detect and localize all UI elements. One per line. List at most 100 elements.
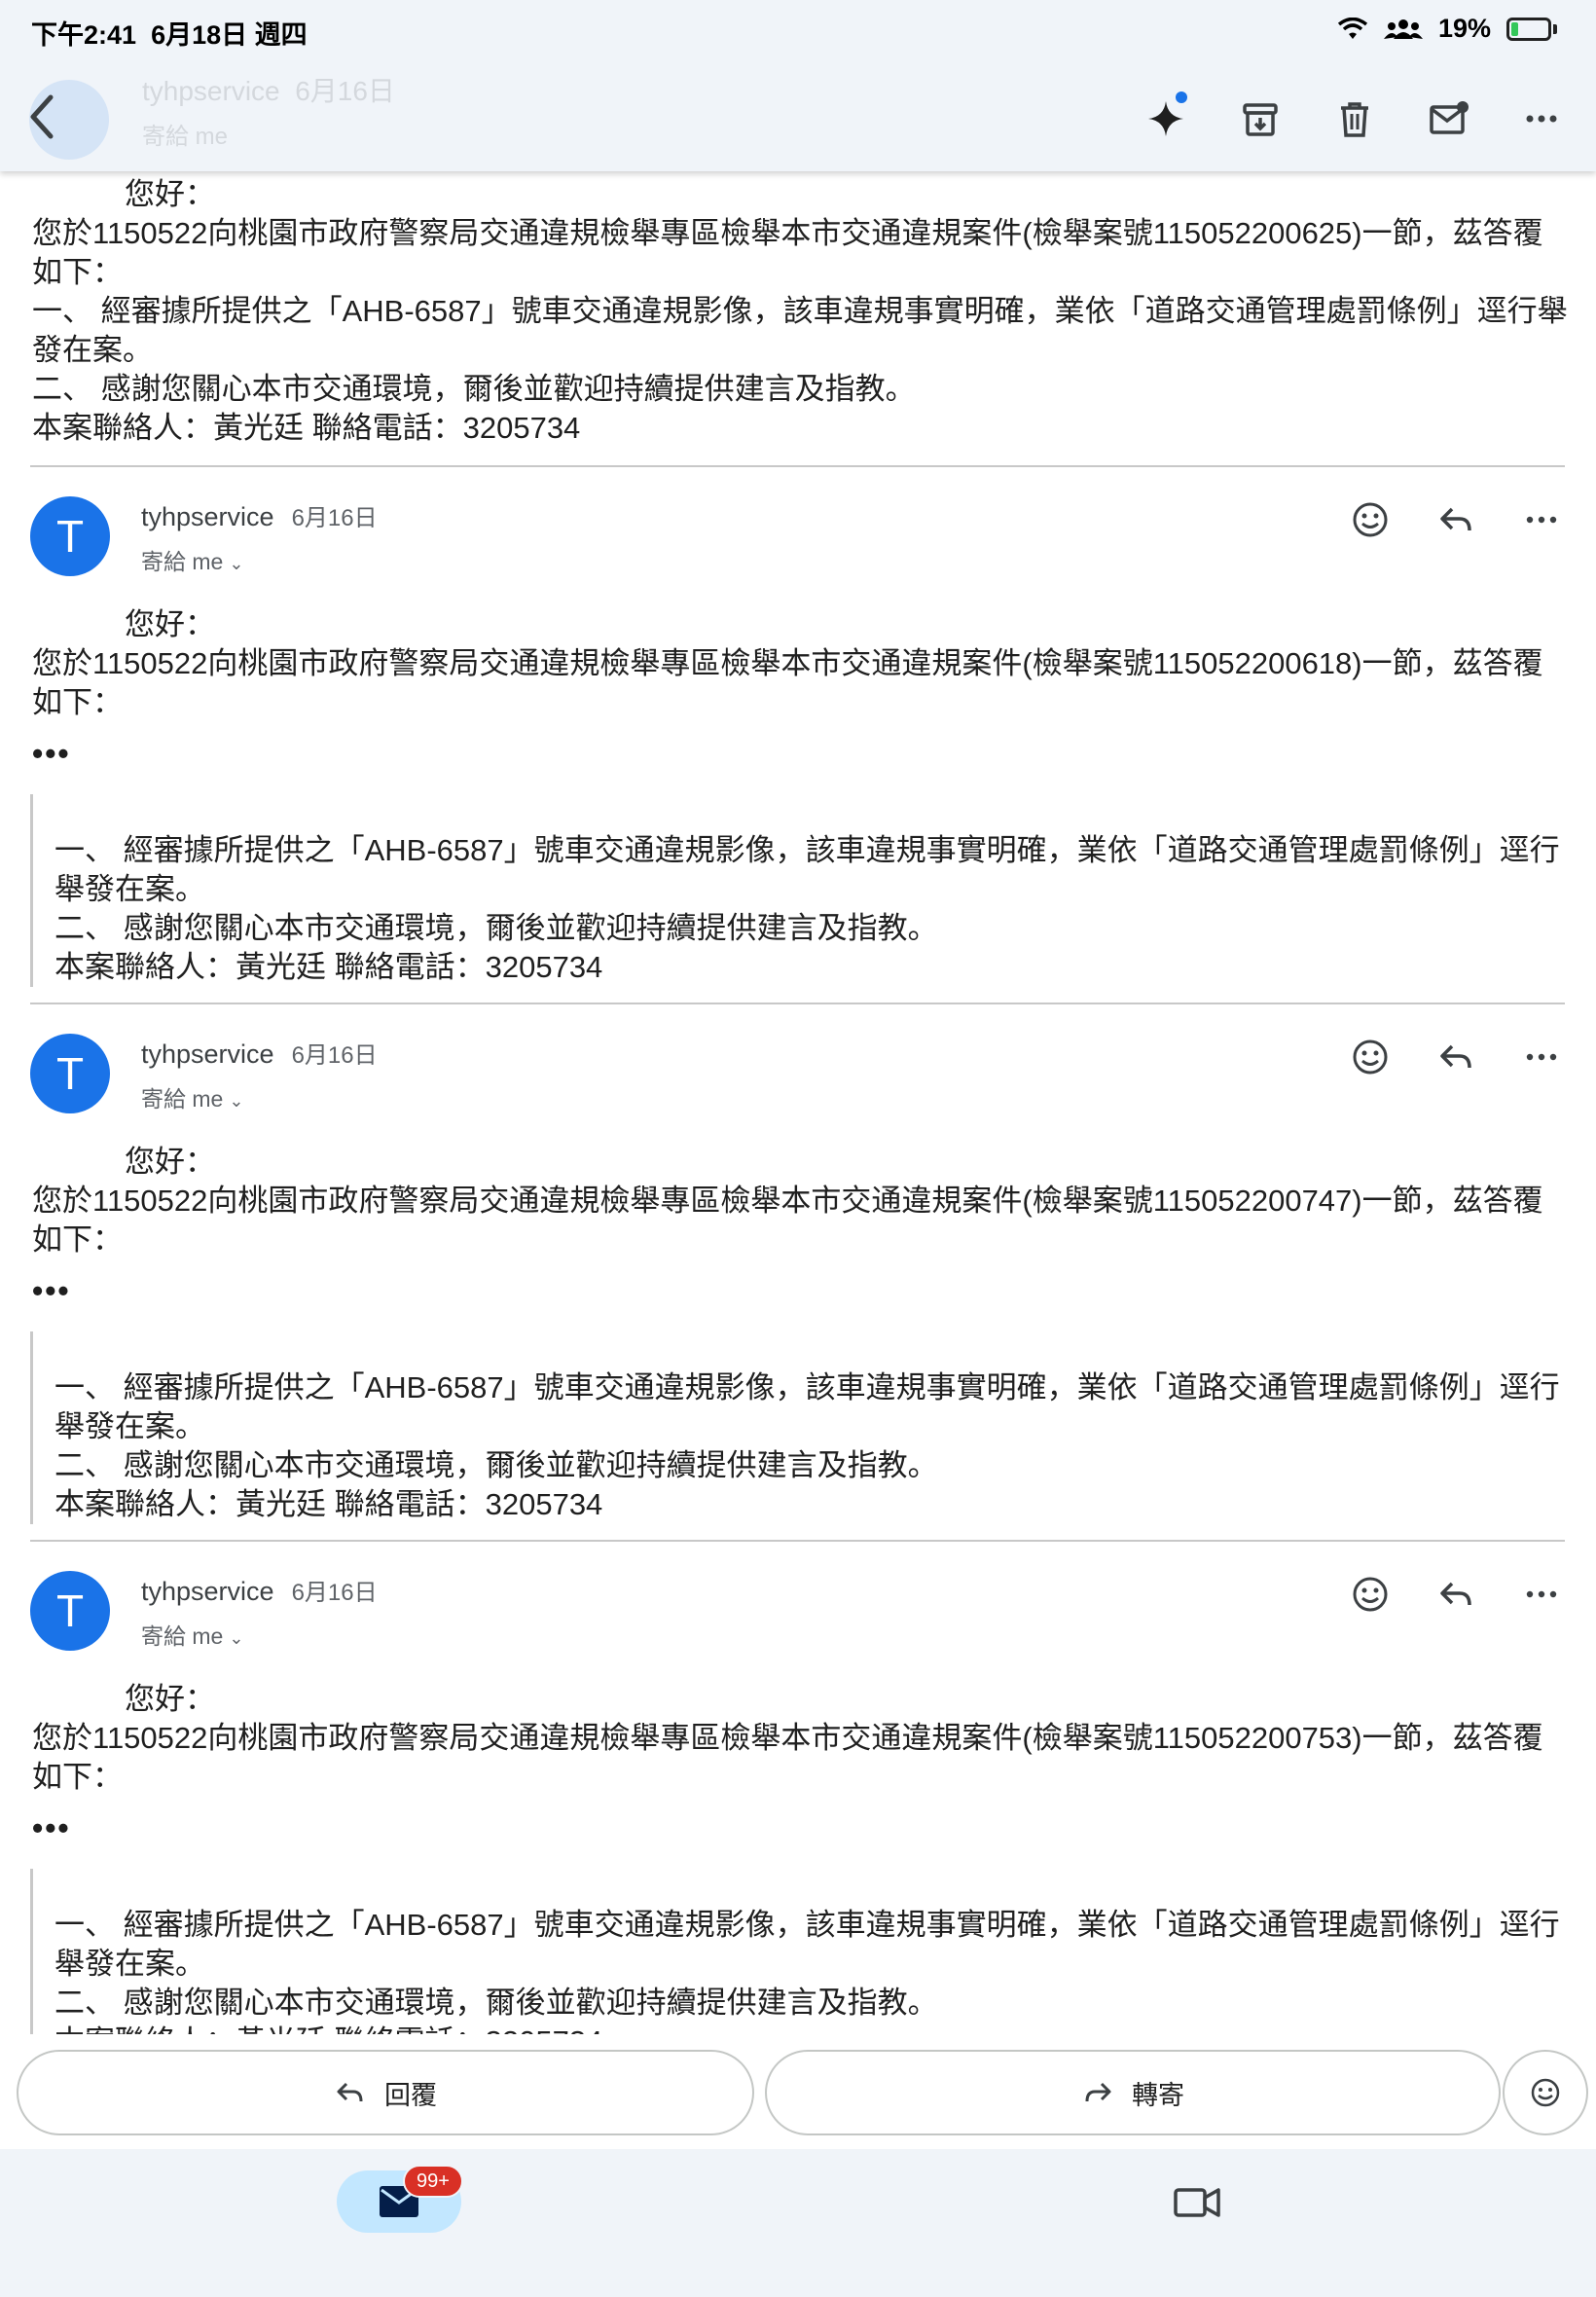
recipient-toggle[interactable]: 寄給 me ⌄ [141,1618,243,1651]
battery-fill [1511,21,1518,36]
add-reaction-button[interactable] [1343,492,1397,547]
delete-button[interactable] [1324,88,1386,150]
quoted-text: 一、 經審據所提供之「AHB-6587」號車交通違規影像，該車違規事實明確，業依… [30,1331,1577,1524]
status-time-text: 下午2:41 [31,20,137,50]
reply-icon [1440,507,1471,531]
sender-avatar[interactable]: T [30,496,110,576]
contact-line: 本案聯絡人：黃光廷 聯絡電話：3205734 [54,2023,1577,2034]
more-options-button[interactable] [1510,88,1573,150]
battery-icon [1506,17,1557,41]
sender-avatar[interactable]: T [30,1571,110,1651]
recipient-toggle[interactable]: 寄給 me ⌄ [141,1080,243,1113]
ghost-recipient: 寄給 me [142,124,229,150]
message-body: 您於1150522向桃園市政府警察局交通違規檢舉專區檢舉本市交通違規案件(檢舉案… [32,646,1543,719]
greeting: 您好： [125,1682,215,1716]
back-button[interactable] [23,90,82,148]
add-reaction-button[interactable] [1343,1567,1397,1622]
show-trimmed-content-button[interactable]: ••• [32,1810,71,1846]
ghost-date: 6月16日 [295,76,395,106]
forward-button[interactable]: 轉寄 [765,2050,1501,2135]
message-date: 6月16日 [291,1042,378,1069]
contact-line: 本案聯絡人：黃光廷 聯絡電話：3205734 [54,950,603,984]
quoted-text: 一、 經審據所提供之「AHB-6587」號車交通違規影像，該車違規事實明確，業依… [30,794,1577,987]
sender-name: tyhpservice [141,502,274,531]
message-divider [30,465,1565,467]
more-horizontal-icon [1526,516,1557,524]
forward-icon [1085,2082,1111,2102]
reply-button[interactable] [1429,492,1483,547]
gemini-button[interactable] [1135,88,1197,150]
recipient-toggle[interactable]: 寄給 me ⌄ [141,543,243,576]
reply-point-2: 二、 感謝您關心本市交通環境，爾後並歡迎持續提供建言及指教。 [54,1448,938,1482]
battery-percent: 19% [1437,14,1491,43]
reply-all-button[interactable]: 回覆 [17,2050,754,2135]
first-message-body: 您好： 您於1150522向桃園市政府警察局交通違規檢舉專區檢舉本市交通違規案件… [32,175,1573,448]
video-camera-icon [1174,2188,1220,2217]
top-bar: 下午2:41 6月18日 週四 19% tyhpservice 6月16日 寄給… [0,0,1596,171]
more-horizontal-icon [1526,1053,1557,1061]
message-more-button[interactable] [1514,1567,1569,1622]
chevron-left-icon [30,94,54,139]
smiley-icon [1353,502,1388,537]
mail-unread-icon [1430,101,1469,134]
reply-point-1: 一、 經審據所提供之「AHB-6587」號車交通違規影像，該車違規事實明確，業依… [54,1370,1560,1443]
sender-line[interactable]: tyhpservice 6月16日 [141,1573,378,1607]
more-horizontal-icon [1526,1590,1557,1598]
contact-line: 本案聯絡人：黃光廷 聯絡電話：3205734 [54,1487,603,1521]
add-reaction-button[interactable] [1343,1030,1397,1084]
message-divider [30,1540,1565,1542]
message-more-button[interactable] [1514,1030,1569,1084]
message-body: 您於1150522向桃園市政府警察局交通違規檢舉專區檢舉本市交通違規案件(檢舉案… [32,1184,1543,1257]
chevron-down-icon: ⌄ [229,554,244,573]
wifi-icon [1337,17,1368,39]
recipient-text: 寄給 me [141,1086,224,1112]
recipient-text: 寄給 me [141,1623,224,1649]
recipient-text: 寄給 me [141,549,224,574]
group-icon [1383,18,1423,39]
smiley-icon [1531,2078,1560,2107]
message-date: 6月16日 [291,1580,378,1606]
reply-label: 回覆 [384,2080,437,2110]
sender-line[interactable]: tyhpservice 6月16日 [141,1036,378,1070]
emoji-reaction-button[interactable] [1503,2050,1588,2135]
message-body: 您於1150522向桃園市政府警察局交通違規檢舉專區檢舉本市交通違規案件(檢舉案… [32,216,1543,289]
sender-name: tyhpservice [141,1577,274,1606]
reply-actions: 回覆 轉寄 [0,2034,1596,2149]
ghost-sender: tyhpservice 6月16日 [142,70,395,109]
reply-icon [1440,1582,1471,1606]
message-more-button[interactable] [1514,492,1569,547]
smiley-icon [1353,1577,1388,1612]
reply-icon [337,2082,363,2102]
sender-avatar[interactable]: T [30,1034,110,1113]
status-date: 6月18日 週四 [151,20,308,50]
message-content: 您好： 您於1150522向桃園市政府警察局交通違規檢舉專區檢舉本市交通違規案件… [32,1143,1573,1259]
greeting: 您好： [125,177,215,211]
reply-point-2: 二、 感謝您關心本市交通環境，爾後並歡迎持續提供建言及指教。 [54,911,938,945]
greeting: 您好： [125,1145,215,1179]
message-divider [30,1003,1565,1004]
show-trimmed-content-button[interactable]: ••• [32,1273,71,1309]
message-date: 6月16日 [291,505,378,531]
nav-meet-tab[interactable] [1170,2178,1224,2227]
archive-icon [1243,103,1278,136]
show-trimmed-content-button[interactable]: ••• [32,736,71,772]
ghost-sender-text: tyhpservice [142,76,280,106]
status-right: 19% [1337,14,1557,44]
mark-unread-button[interactable] [1418,88,1480,150]
sender-line[interactable]: tyhpservice 6月16日 [141,498,378,532]
reply-button[interactable] [1429,1030,1483,1084]
message-content: 您好： 您於1150522向桃園市政府警察局交通違規檢舉專區檢舉本市交通違規案件… [32,1680,1573,1797]
status-bar: 下午2:41 6月18日 週四 19% [0,0,1596,60]
reply-point-1: 一、 經審據所提供之「AHB-6587」號車交通違規影像，該車違規事實明確，業依… [54,833,1560,906]
archive-button[interactable] [1229,88,1291,150]
reply-icon [1440,1044,1471,1069]
notification-dot [1176,91,1187,103]
more-horizontal-icon [1526,115,1557,123]
smiley-icon [1353,1039,1388,1075]
quoted-text: 一、 經審據所提供之「AHB-6587」號車交通違規影像，該車違規事實明確，業依… [30,1869,1577,2034]
message-body: 您於1150522向桃園市政府警察局交通違規檢舉專區檢舉本市交通違規案件(檢舉案… [32,1721,1543,1794]
bottom-navigation: 99+ [0,2149,1596,2297]
reply-point-1: 一、 經審據所提供之「AHB-6587」號車交通違規影像，該車違規事實明確，業依… [54,1908,1560,1981]
email-thread: 您好： 您於1150522向桃園市政府警察局交通違規檢舉專區檢舉本市交通違規案件… [0,171,1596,2034]
reply-button[interactable] [1429,1567,1483,1622]
